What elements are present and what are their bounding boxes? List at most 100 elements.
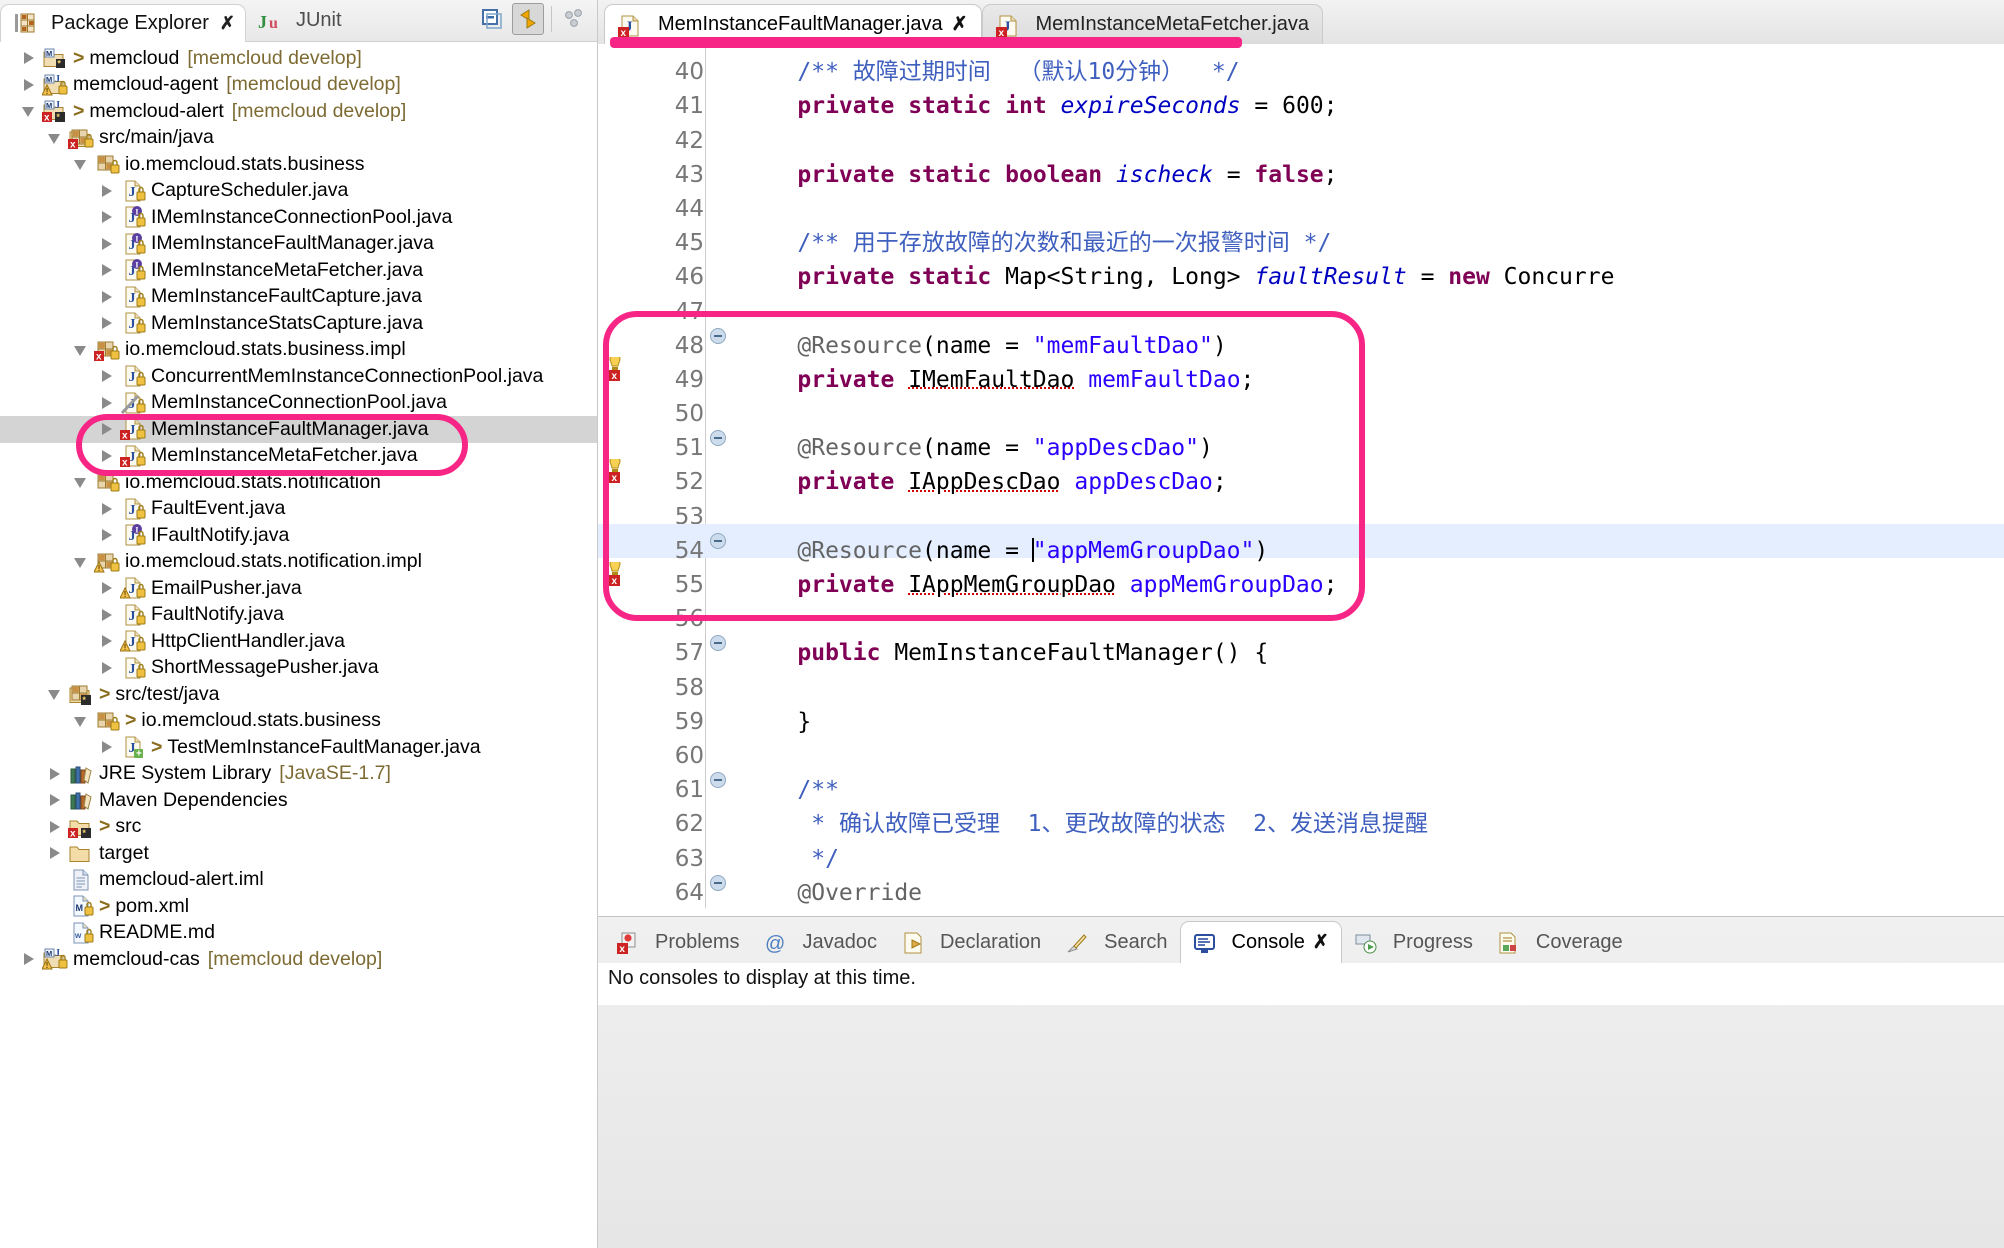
tree-item[interactable]: io.memcloud.stats.business — [0, 151, 597, 178]
gutter-marker[interactable] — [598, 250, 640, 284]
tree-item[interactable]: J CaptureScheduler.java — [0, 178, 597, 205]
fold-column[interactable] — [706, 421, 732, 455]
chevron-right-icon[interactable] — [100, 290, 114, 304]
tree-item[interactable]: M * > memcloud [memcloud develop] — [0, 45, 597, 72]
code-line[interactable]: 48 @Resource(name = "memFaultDao") — [598, 319, 2004, 359]
chevron-right-icon[interactable] — [100, 449, 114, 463]
code-line[interactable]: 47 — [598, 284, 2004, 325]
fold-column[interactable] — [706, 831, 732, 865]
code-line[interactable]: 51 @Resource(name = "appDescDao") — [598, 421, 2004, 461]
tree-item[interactable]: J I IMemInstanceConnectionPool.java — [0, 204, 597, 231]
chevron-right-icon[interactable] — [22, 952, 36, 966]
code-line[interactable]: x 49 private IMemFaultDao memFaultDao; — [598, 353, 2004, 393]
bottom-tab-coverage[interactable]: Coverage — [1485, 921, 1635, 963]
tree-item[interactable]: x src/main/java — [0, 125, 597, 152]
fold-column[interactable] — [706, 592, 732, 626]
chevron-right-icon[interactable] — [100, 528, 114, 542]
fold-collapse-icon[interactable] — [710, 430, 726, 447]
gutter-marker[interactable]: x — [598, 353, 640, 387]
chevron-right-icon[interactable] — [48, 793, 62, 807]
chevron-right-icon[interactable] — [22, 51, 36, 65]
code-line[interactable]: x 52 private IAppDescDao appDescDao; — [598, 455, 2004, 495]
tree-item[interactable]: J ShortMessagePusher.java — [0, 655, 597, 682]
bottom-tab-search[interactable]: Search — [1053, 921, 1179, 963]
fold-column[interactable] — [706, 387, 732, 421]
tree-item[interactable]: io.memcloud.stats.notification — [0, 469, 597, 496]
code-line[interactable]: 44 — [598, 182, 2004, 222]
tree-item[interactable]: J FaultNotify.java — [0, 602, 597, 629]
tree-item[interactable]: ! io.memcloud.stats.notification.impl — [0, 549, 597, 576]
fold-column[interactable] — [706, 660, 732, 694]
tree-item[interactable]: M J! memcloud-cas [memcloud develop] — [0, 946, 597, 973]
chevron-right-icon[interactable] — [100, 634, 114, 648]
chevron-down-icon[interactable] — [22, 104, 36, 118]
fold-column[interactable] — [706, 182, 732, 216]
tree-item[interactable]: M J! memcloud-agent [memcloud develop] — [0, 72, 597, 99]
fold-collapse-icon[interactable] — [710, 327, 726, 344]
tree-item[interactable]: J ConcurrentMemInstanceConnectionPool.jav… — [0, 363, 597, 390]
code-line[interactable]: 53 — [598, 489, 2004, 530]
gutter-marker[interactable] — [598, 797, 640, 831]
chevron-right-icon[interactable] — [100, 661, 114, 675]
fold-column[interactable] — [706, 319, 732, 353]
gutter-marker[interactable] — [598, 387, 640, 421]
gutter-marker[interactable] — [598, 113, 640, 147]
code-line[interactable]: 63 */ — [598, 831, 2004, 872]
code-line[interactable]: 54 @Resource(name = "appMemGroupDao") — [598, 523, 2004, 564]
tree-item[interactable]: Jx MemInstanceFaultManager.java — [0, 416, 597, 443]
fold-collapse-icon[interactable] — [710, 874, 726, 891]
view-menu-button[interactable] — [559, 3, 591, 35]
bottom-tab-javadoc[interactable]: @ Javadoc — [751, 921, 889, 963]
chevron-right-icon[interactable] — [100, 237, 114, 251]
gutter-marker[interactable] — [598, 592, 640, 626]
tree-item[interactable]: J MemInstanceStatsCapture.java — [0, 310, 597, 337]
code-line[interactable]: 42 — [598, 113, 2004, 154]
code-line[interactable]: 40 /** 故障过期时间 （默认10分钟） */ — [598, 45, 2004, 85]
chevron-down-icon[interactable] — [74, 714, 88, 728]
tab-package-explorer[interactable]: Package Explorer ✗ — [0, 3, 246, 42]
fold-column[interactable] — [706, 489, 732, 523]
gutter-marker[interactable] — [598, 284, 640, 318]
tree-item[interactable]: target — [0, 840, 597, 867]
fold-column[interactable] — [706, 866, 732, 900]
fold-column[interactable] — [706, 729, 732, 763]
code-line[interactable]: 43 private static boolean ischeck = fals… — [598, 148, 2004, 188]
code-line[interactable]: 56 — [598, 592, 2004, 632]
chevron-right-icon[interactable] — [100, 396, 114, 410]
collapse-all-button[interactable] — [476, 3, 508, 35]
tree-item[interactable]: J MemInstanceFaultCapture.java — [0, 284, 597, 311]
fold-column[interactable] — [706, 250, 732, 284]
fold-column[interactable] — [706, 763, 732, 797]
code-text[interactable]: @Override — [732, 880, 922, 906]
tree-item[interactable]: J! HttpClientHandler.java — [0, 628, 597, 655]
gutter-marker[interactable] — [598, 763, 640, 797]
tree-item[interactable]: M Jx * > memcloud-alert [memcloud develop] — [0, 98, 597, 125]
fold-column[interactable] — [706, 148, 732, 182]
tab-junit[interactable]: J u JUnit — [246, 0, 352, 42]
chevron-down-icon[interactable] — [48, 131, 62, 145]
gutter-marker[interactable] — [598, 79, 640, 113]
tree-item[interactable]: J I IFaultNotify.java — [0, 522, 597, 549]
chevron-right-icon[interactable] — [100, 210, 114, 224]
bottom-tab-progress[interactable]: Progress — [1342, 921, 1485, 963]
tree-item[interactable]: J I IMemInstanceMetaFetcher.java — [0, 257, 597, 284]
code-line[interactable]: 64 @Override — [598, 866, 2004, 906]
fold-column[interactable] — [706, 353, 732, 387]
fold-column[interactable] — [706, 558, 732, 592]
fold-collapse-icon[interactable] — [710, 771, 726, 788]
tree-item[interactable]: Maven Dependencies — [0, 787, 597, 814]
chevron-down-icon[interactable] — [48, 687, 62, 701]
code-line[interactable]: 57 public MemInstanceFaultManager() { — [598, 626, 2004, 666]
tree-item[interactable]: J! EmailPusher.java — [0, 575, 597, 602]
code-line[interactable]: 58 — [598, 660, 2004, 701]
close-icon[interactable]: ✗ — [1313, 931, 1329, 954]
fold-collapse-icon[interactable] — [710, 532, 726, 549]
chevron-right-icon[interactable] — [100, 581, 114, 595]
chevron-down-icon[interactable] — [74, 157, 88, 171]
gutter-marker[interactable]: x — [598, 455, 640, 489]
tree-item[interactable]: x io.memcloud.stats.business.impl — [0, 337, 597, 364]
tree-item[interactable]: M > pom.xml — [0, 893, 597, 920]
close-icon[interactable]: ✗ — [952, 13, 968, 36]
code-line[interactable]: x 55 private IAppMemGroupDao appMemGroupD… — [598, 558, 2004, 598]
tree-item[interactable]: J + > TestMemInstanceFaultManager.java — [0, 734, 597, 761]
